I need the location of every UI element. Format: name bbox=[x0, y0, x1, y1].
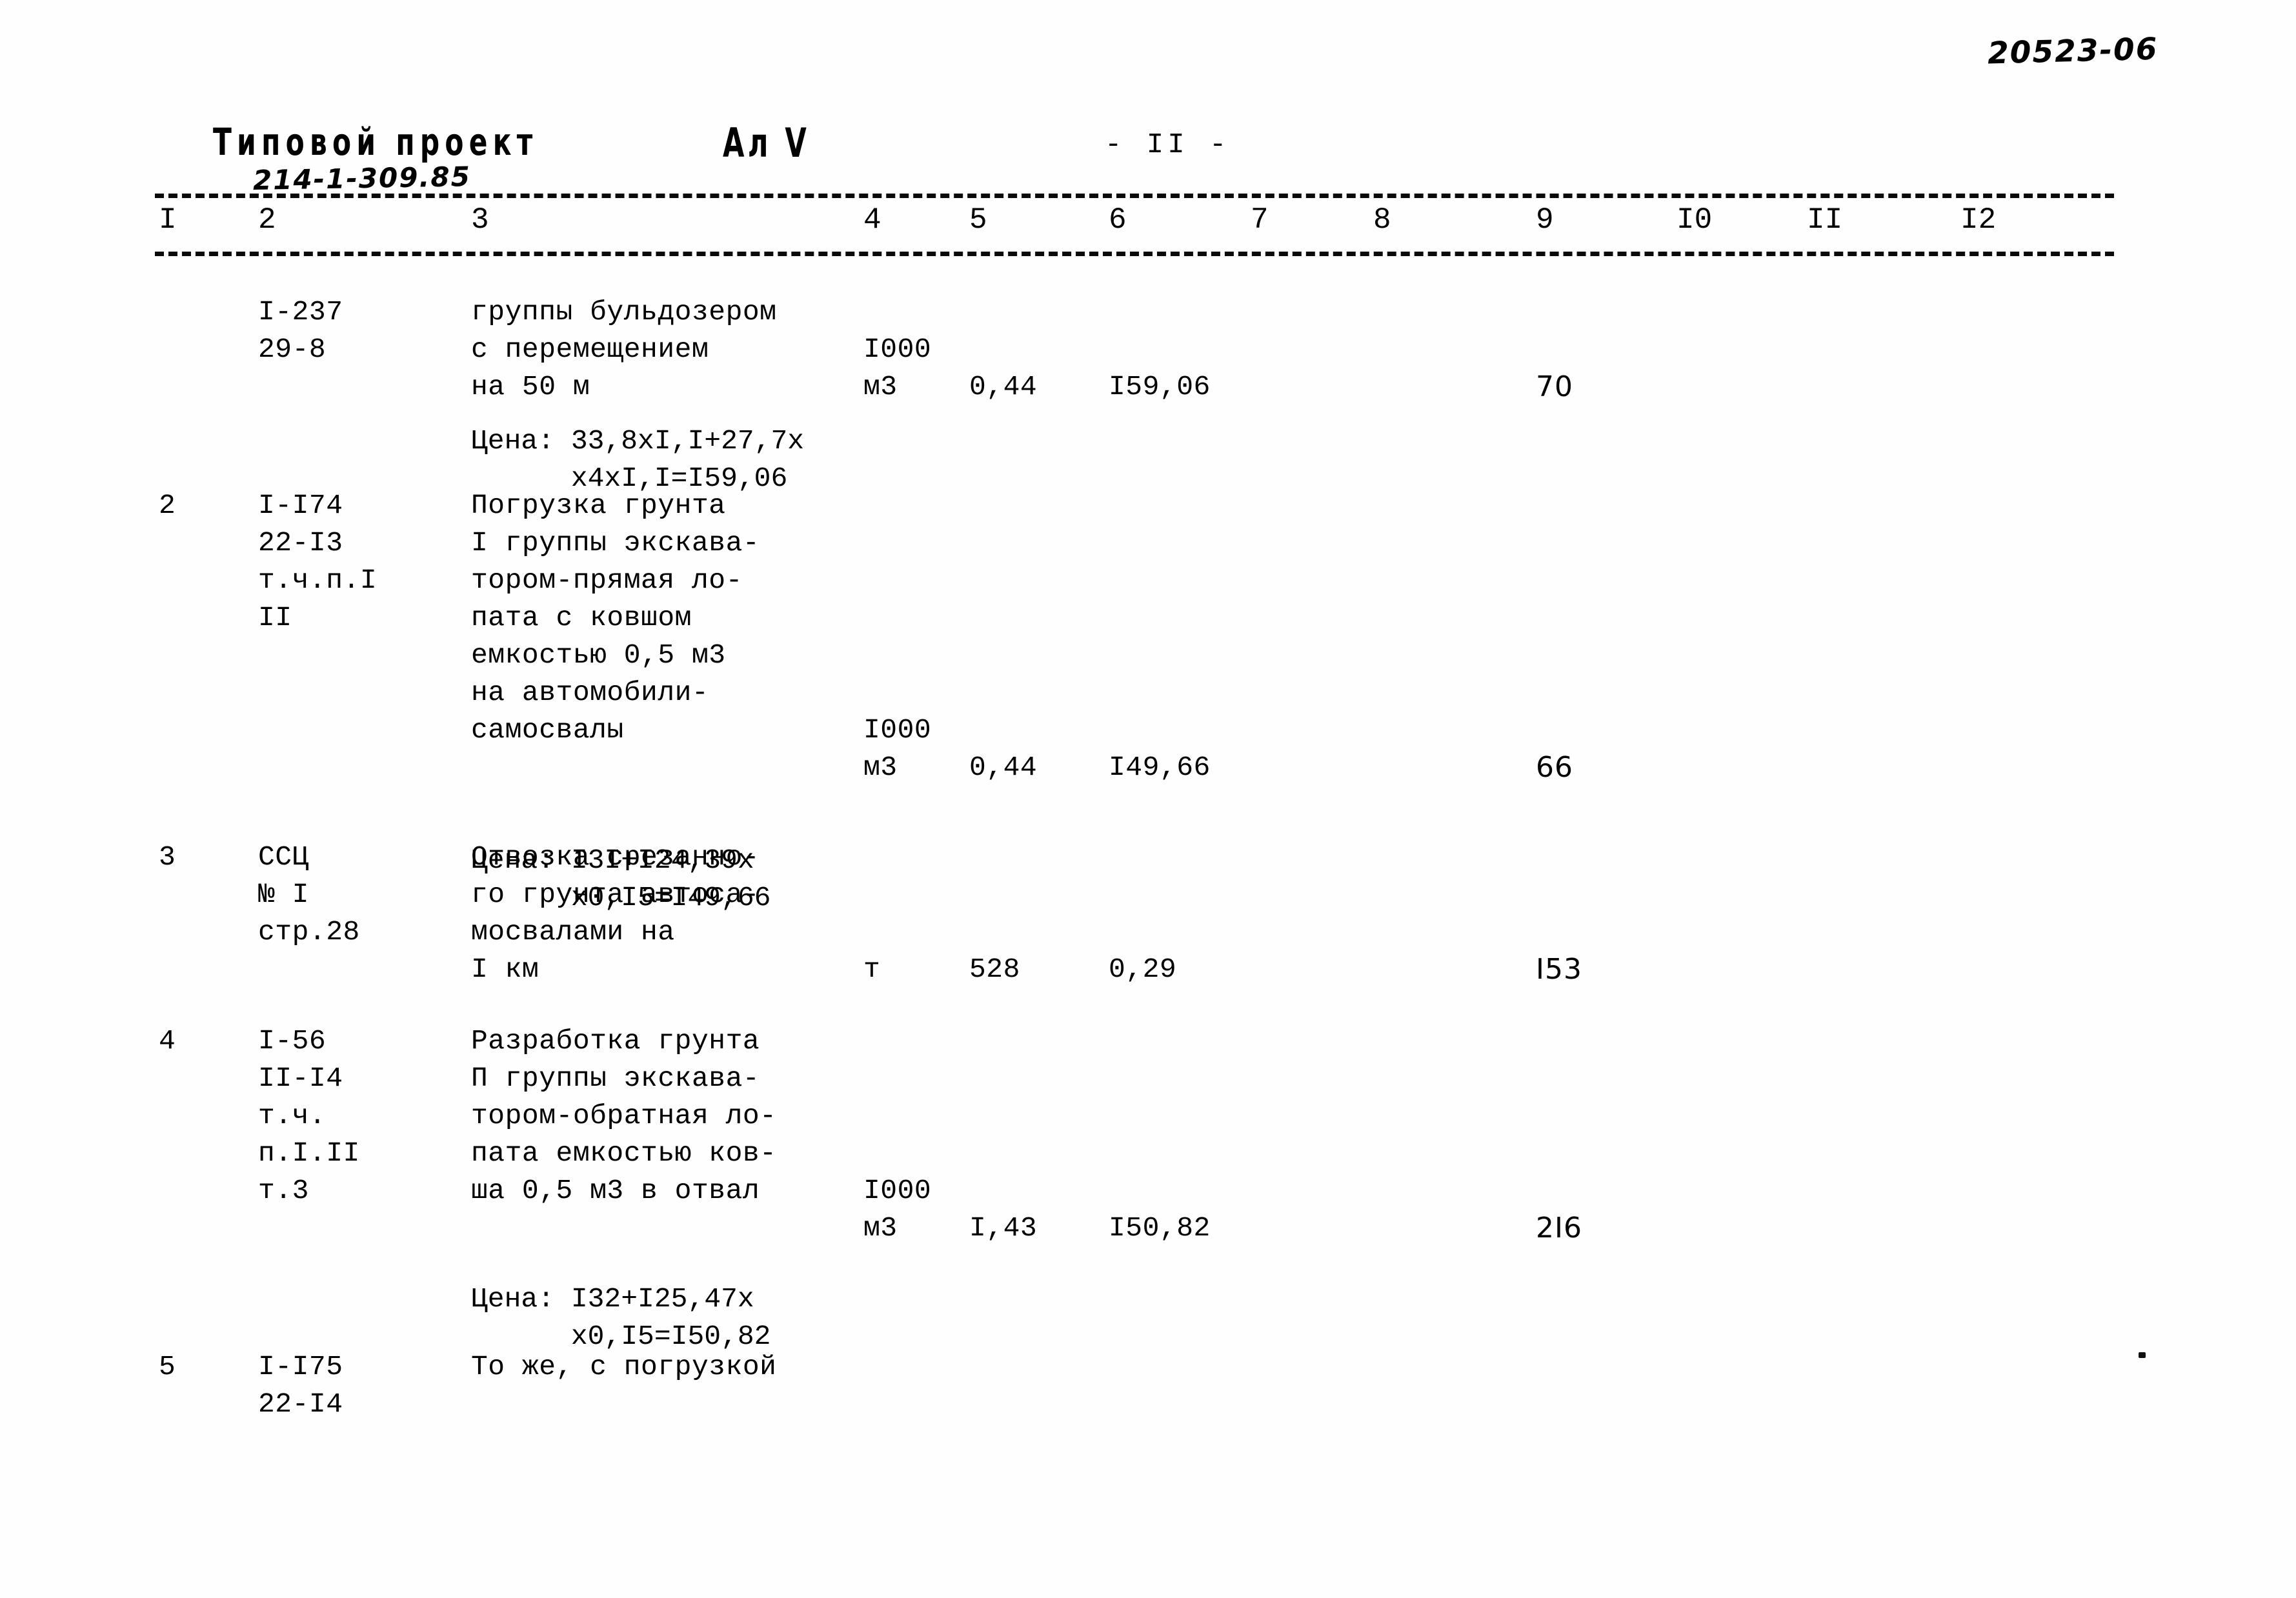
column-header-4: 4 bbox=[863, 203, 881, 237]
cell-col9-total: I53 bbox=[1536, 953, 1582, 986]
column-header-6: 6 bbox=[1109, 203, 1127, 237]
cell-row-number: 2 bbox=[159, 490, 176, 521]
cell-price-formula: Цена: I32+I25,47x x0,I5=I50,82 bbox=[471, 1283, 771, 1352]
cell-description: То же, с погрузкой bbox=[471, 1351, 777, 1383]
cell-unit: I000 м3 bbox=[863, 714, 932, 783]
column-header-8: 8 bbox=[1373, 203, 1391, 237]
cell-description: группы бульдозером с перемещением на 50 … bbox=[471, 296, 777, 403]
cell-row-number: 4 bbox=[159, 1025, 176, 1057]
cell-unit: т bbox=[863, 954, 881, 985]
project-number-handwritten: 214-1-309.85 bbox=[252, 161, 472, 196]
cell-col9-total: 2I6 bbox=[1536, 1212, 1582, 1244]
column-header-3: 3 bbox=[471, 203, 489, 237]
album-label: Ал V bbox=[723, 120, 811, 167]
cell-norm-code: I-I74 22-I3 т.ч.п.I II bbox=[258, 490, 378, 634]
cell-description: Отвозка срезанно- го грунта автоса- мосв… bbox=[471, 841, 760, 985]
cell-norm-code: I-56 II-I4 т.ч. п.I.II т.3 bbox=[258, 1025, 360, 1206]
cell-quantity: 528 bbox=[969, 954, 1020, 985]
scanned-page: 20523-06 Типовой проект 214-1-309.85 Ал … bbox=[0, 0, 2296, 1598]
cell-col9-total: 70 bbox=[1536, 370, 1573, 403]
cell-unit: I000 м3 bbox=[863, 1175, 932, 1244]
cell-norm-code: I-237 29-8 bbox=[258, 296, 343, 365]
column-header-10: I0 bbox=[1677, 203, 1713, 237]
column-header-9: 9 bbox=[1536, 203, 1554, 237]
column-header-11: II bbox=[1807, 203, 1843, 237]
column-header-12: I2 bbox=[1960, 203, 1997, 237]
project-type-label: Типовой проект bbox=[213, 120, 538, 164]
cell-norm-code: ССЦ № I стр.28 bbox=[258, 841, 360, 948]
cell-price-formula: Цена: 33,8xI,I+27,7x x4xI,I=I59,06 bbox=[471, 425, 805, 494]
column-header-1: I bbox=[159, 203, 177, 237]
table-column-header-row: I 2 3 4 5 6 7 8 9 I0 II I2 bbox=[0, 205, 2296, 248]
cell-unit: I000 м3 bbox=[863, 334, 932, 403]
table-rule-top bbox=[155, 194, 2114, 198]
cell-unit-price: I50,82 bbox=[1109, 1212, 1211, 1244]
cell-row-number: 5 bbox=[159, 1351, 176, 1383]
cell-description: Разработка грунта П группы экскава- торо… bbox=[471, 1025, 777, 1206]
ink-speck bbox=[2139, 1352, 2146, 1358]
cell-quantity: 0,44 bbox=[969, 371, 1038, 403]
document-code-handwritten: 20523-06 bbox=[1987, 31, 2159, 72]
cell-unit-price: 0,29 bbox=[1109, 954, 1177, 985]
cell-row-number: 3 bbox=[159, 841, 176, 873]
cell-quantity: I,43 bbox=[969, 1212, 1038, 1244]
cell-unit-price: I49,66 bbox=[1109, 752, 1211, 783]
page-number: - II - bbox=[1105, 129, 1231, 161]
column-header-2: 2 bbox=[258, 203, 276, 237]
cell-norm-code: I-I75 22-I4 bbox=[258, 1351, 343, 1420]
cell-col9-total: 66 bbox=[1536, 751, 1573, 784]
column-header-5: 5 bbox=[969, 203, 987, 237]
cell-quantity: 0,44 bbox=[969, 752, 1038, 783]
cell-description: Погрузка грунта I группы экскава- тором-… bbox=[471, 490, 760, 746]
column-header-7: 7 bbox=[1251, 203, 1269, 237]
cell-unit-price: I59,06 bbox=[1109, 371, 1211, 403]
table-rule-bottom bbox=[155, 252, 2114, 256]
